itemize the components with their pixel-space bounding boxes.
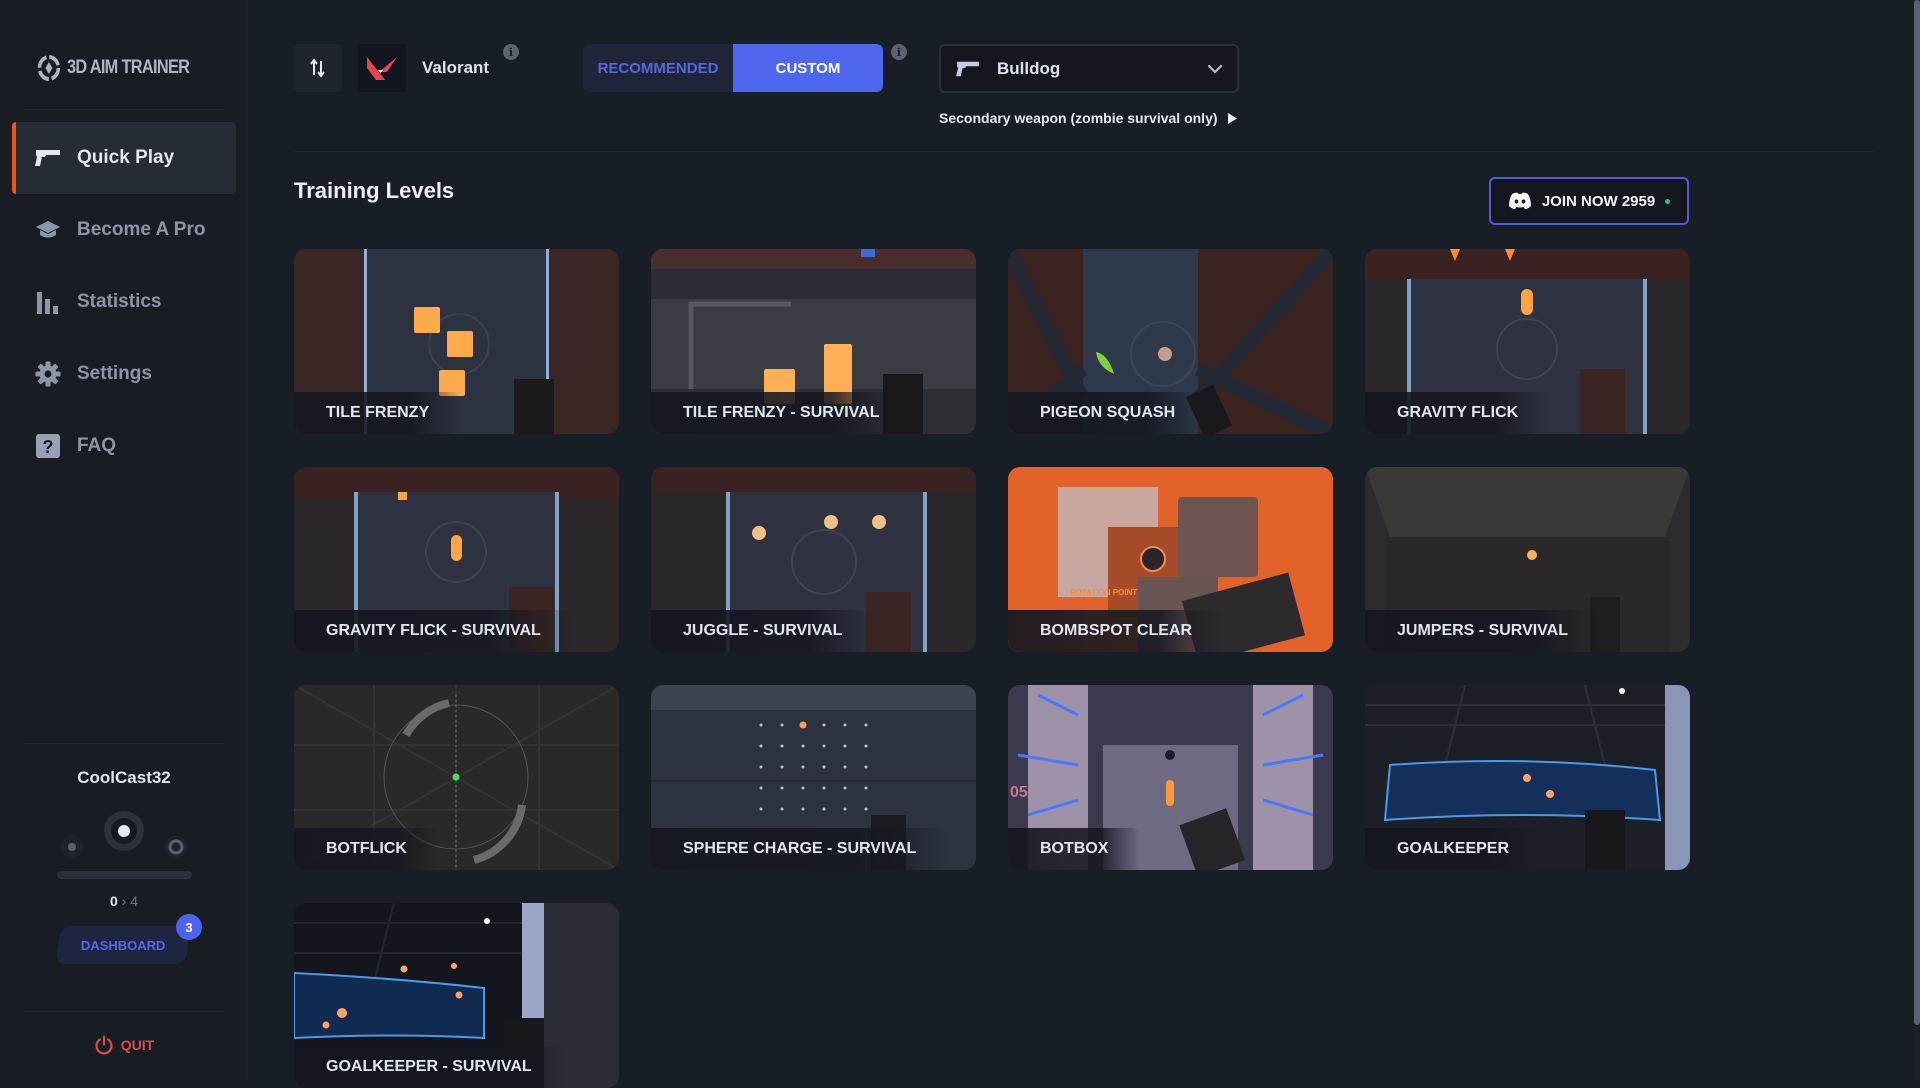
divider xyxy=(24,743,224,744)
game-logo[interactable] xyxy=(358,44,406,92)
svg-text:ROTATION POINT: ROTATION POINT xyxy=(1070,588,1137,597)
sidebar-item-label: Become A Pro xyxy=(77,219,206,240)
level-name: JUMPERS - SURVIVAL xyxy=(1365,610,1600,652)
level-name: SPHERE CHARGE - SURVIVAL xyxy=(651,828,949,870)
rank-separator: › xyxy=(121,893,127,909)
dashboard-button[interactable]: DASHBOARD xyxy=(55,926,191,964)
rank-next: 4 xyxy=(130,893,139,909)
sidebar-item-label: Settings xyxy=(77,363,152,384)
level-name: BOMBSPOT CLEAR xyxy=(1008,610,1224,652)
svg-text:?: ? xyxy=(43,437,54,457)
logo-text: 3D AIM TRAINER xyxy=(66,57,190,78)
level-card[interactable]: PIGEON SQUASH xyxy=(1008,249,1333,434)
gear-icon xyxy=(34,360,62,388)
valorant-logo-icon xyxy=(367,57,397,80)
sidebar-nav: Quick Play Become A Pro Statistics Setti… xyxy=(12,122,236,482)
level-name: TILE FRENZY - SURVIVAL xyxy=(651,392,912,434)
discord-join-button[interactable]: JOIN NOW 2959 xyxy=(1489,177,1689,225)
level-card[interactable]: GOALKEEPER - SURVIVAL xyxy=(294,903,619,1088)
level-name: TILE FRENZY xyxy=(294,392,462,434)
section-title: Training Levels xyxy=(294,178,455,203)
notification-badge: 3 xyxy=(176,914,202,940)
crosshair-logo-icon xyxy=(37,55,61,81)
rank-dot-next xyxy=(165,836,187,858)
graduation-cap-icon xyxy=(34,216,62,244)
sidebar-item-faq[interactable]: ? FAQ xyxy=(12,410,236,482)
level-card[interactable]: TILE FRENZY - SURVIVAL xyxy=(651,249,976,434)
sidebar-item-label: Quick Play xyxy=(77,147,175,168)
username: CoolCast32 xyxy=(77,768,171,787)
level-name: BOTBOX xyxy=(1008,828,1141,870)
discord-icon xyxy=(1508,192,1531,209)
level-card[interactable]: GRAVITY FLICK xyxy=(1365,249,1690,434)
weapon-select-value: Bulldog xyxy=(997,58,1061,78)
rank-current: 0 xyxy=(109,893,118,909)
pistol-icon xyxy=(34,144,62,172)
level-name: GOALKEEPER xyxy=(1365,828,1542,870)
game-info-icon[interactable]: i xyxy=(503,44,519,60)
secondary-weapon-link[interactable]: Secondary weapon (zombie survival only) xyxy=(939,110,1237,126)
mode-custom[interactable]: CUSTOM xyxy=(733,44,883,92)
chevron-down-icon xyxy=(1207,64,1223,74)
level-card[interactable]: TILE FRENZY xyxy=(294,249,619,434)
swap-arrows-icon xyxy=(310,58,325,78)
swap-game-button[interactable] xyxy=(294,44,342,92)
level-card[interactable]: GRAVITY FLICK - SURVIVAL xyxy=(294,467,619,652)
sidebar-item-label: FAQ xyxy=(77,435,117,456)
level-name: GOALKEEPER - SURVIVAL xyxy=(294,1046,564,1088)
scrollbar[interactable] xyxy=(1914,0,1920,1080)
level-name: GRAVITY FLICK xyxy=(1365,392,1551,434)
power-icon xyxy=(95,1035,113,1055)
svg-text:05: 05 xyxy=(1010,784,1028,801)
rank-progress-bar xyxy=(57,871,192,879)
mode-recommended[interactable]: RECOMMENDED xyxy=(583,44,733,92)
divider xyxy=(24,1011,224,1012)
divider xyxy=(24,109,224,110)
game-name: Valorant xyxy=(422,58,490,77)
level-name: BOTFLICK xyxy=(294,828,439,870)
quit-button[interactable]: QUIT xyxy=(0,1035,248,1055)
play-arrow-icon xyxy=(1227,112,1237,124)
online-status-dot xyxy=(1665,198,1671,204)
level-name: GRAVITY FLICK - SURVIVAL xyxy=(294,610,573,652)
level-card[interactable]: ROTATION POINT BOMBSPOT CLEAR xyxy=(1008,467,1333,652)
level-card[interactable]: SPHERE CHARGE - SURVIVAL xyxy=(651,685,976,870)
level-card[interactable]: BOTFLICK xyxy=(294,685,619,870)
level-name: PIGEON SQUASH xyxy=(1008,392,1208,434)
level-card[interactable]: JUMPERS - SURVIVAL xyxy=(1365,467,1690,652)
secondary-weapon-label: Secondary weapon (zombie survival only) xyxy=(939,110,1218,126)
dashboard-label: DASHBOARD xyxy=(80,937,166,953)
mode-toggle: RECOMMENDED CUSTOM xyxy=(583,44,883,92)
sidebar-item-statistics[interactable]: Statistics xyxy=(12,266,236,338)
sidebar-item-become-a-pro[interactable]: Become A Pro xyxy=(12,194,236,266)
level-card[interactable]: 05 BOTBOX xyxy=(1008,685,1333,870)
sidebar-item-label: Statistics xyxy=(77,291,162,312)
rank-indicator xyxy=(61,811,187,858)
question-icon: ? xyxy=(34,432,62,460)
mode-info-icon[interactable]: i xyxy=(891,44,907,60)
rank-dot-current xyxy=(104,811,144,851)
rank-text: 0 › 4 xyxy=(0,893,248,909)
app-logo[interactable]: 3D AIM TRAINER xyxy=(36,53,190,83)
level-card[interactable]: GOALKEEPER xyxy=(1365,685,1690,870)
discord-join-label: JOIN NOW 2959 xyxy=(1541,192,1656,210)
sidebar: 3D AIM TRAINER Quick Play Become A Pro S… xyxy=(0,0,248,1080)
rank-dot-previous xyxy=(61,836,83,858)
divider xyxy=(294,151,1874,152)
pistol-icon xyxy=(956,61,979,76)
weapon-select[interactable]: Bulldog xyxy=(939,44,1239,93)
sidebar-item-quick-play[interactable]: Quick Play xyxy=(12,122,236,194)
scrollbar-thumb[interactable] xyxy=(1914,0,1920,1025)
level-card[interactable]: JUGGLE - SURVIVAL xyxy=(651,467,976,652)
sidebar-item-settings[interactable]: Settings xyxy=(12,338,236,410)
level-name: JUGGLE - SURVIVAL xyxy=(651,610,875,652)
quit-label: QUIT xyxy=(120,1037,155,1053)
bar-chart-icon xyxy=(34,288,62,316)
